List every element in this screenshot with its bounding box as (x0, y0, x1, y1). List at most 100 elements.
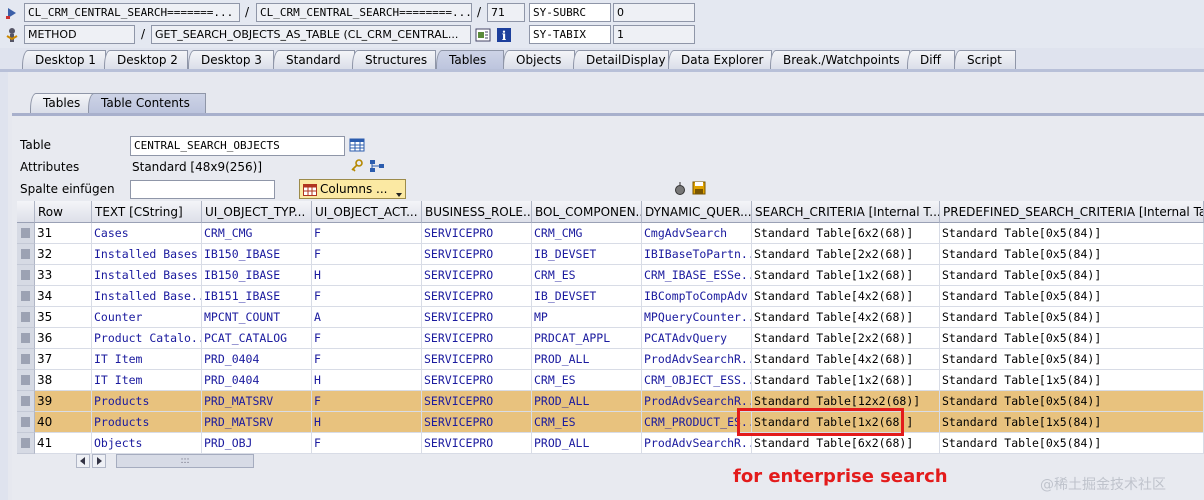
cell-dynamic-query[interactable]: CRM_IBASE_ESSe... (642, 265, 752, 286)
column-header-search-criteria[interactable]: SEARCH_CRITERIA [Internal T... (752, 201, 940, 223)
cell-text[interactable]: IT Item (92, 370, 202, 391)
column-header-ui-object-action[interactable]: UI_OBJECT_ACT... (312, 201, 422, 223)
cell-row[interactable]: 40 (35, 412, 92, 433)
cell-search-criteria[interactable]: Standard Table[2x2(68)] (752, 328, 940, 349)
tab-objects[interactable]: Objects (503, 50, 575, 70)
tab-diff[interactable]: Diff (907, 50, 955, 70)
table-row[interactable]: 36 Product Catalo... PCAT_CATALOG F SERVICEP… (17, 328, 1204, 349)
subtab-tables[interactable]: Tables (30, 93, 94, 113)
cell-predefined-search-criteria[interactable]: Standard Table[0x5(84)] (940, 349, 1204, 370)
cell-predefined-search-criteria[interactable]: Standard Table[0x5(84)] (940, 391, 1204, 412)
cell-search-criteria[interactable]: Standard Table[2x2(68)] (752, 244, 940, 265)
cell-business-role[interactable]: SERVICEPRO (422, 349, 532, 370)
cell-business-role[interactable]: SERVICEPRO (422, 223, 532, 244)
cell-business-role[interactable]: SERVICEPRO (422, 433, 532, 454)
cell-text[interactable]: Products (92, 412, 202, 433)
variable-value-field-1[interactable]: 0 (613, 3, 695, 22)
cell-dynamic-query[interactable]: ProdAdvSearchR... (642, 433, 752, 454)
cell-predefined-search-criteria[interactable]: Standard Table[0x5(84)] (940, 328, 1204, 349)
cell-predefined-search-criteria[interactable]: Standard Table[1x5(84)] (940, 370, 1204, 391)
row-selector[interactable] (17, 265, 35, 286)
subtab-table-contents[interactable]: Table Contents (88, 93, 206, 113)
cell-predefined-search-criteria[interactable]: Standard Table[1x5(84)] (940, 412, 1204, 433)
cell-bol-component[interactable]: PRDCAT_APPL (532, 328, 642, 349)
tab-desktop-2[interactable]: Desktop 2 (104, 50, 188, 70)
cell-search-criteria[interactable]: Standard Table[1x2(68)] (752, 370, 940, 391)
display-source-icon[interactable] (474, 26, 492, 44)
table-view-icon[interactable] (348, 136, 366, 154)
cell-bol-component[interactable]: MP (532, 307, 642, 328)
cell-ui-object-type[interactable]: PRD_OBJ (202, 433, 312, 454)
tab-standard[interactable]: Standard (273, 50, 355, 70)
cell-bol-component[interactable]: CRM_ES (532, 412, 642, 433)
cell-ui-object-action[interactable]: F (312, 286, 422, 307)
column-header-predefined-search-criteria[interactable]: PREDEFINED_SEARCH_CRITERIA [Internal Tab… (940, 201, 1204, 223)
cell-search-criteria[interactable]: Standard Table[1x2(68)] (752, 265, 940, 286)
cell-search-criteria[interactable]: Standard Table[4x2(68)] (752, 286, 940, 307)
tab-script[interactable]: Script (954, 50, 1016, 70)
cell-ui-object-action[interactable]: F (312, 223, 422, 244)
row-selector[interactable] (17, 244, 35, 265)
cell-row[interactable]: 32 (35, 244, 92, 265)
row-selector[interactable] (17, 433, 35, 454)
cell-row[interactable]: 34 (35, 286, 92, 307)
key-icon[interactable] (349, 158, 365, 174)
cell-business-role[interactable]: SERVICEPRO (422, 391, 532, 412)
cell-search-criteria[interactable]: Standard Table[6x2(68)] (752, 433, 940, 454)
cell-row[interactable]: 38 (35, 370, 92, 391)
cell-ui-object-action[interactable]: F (312, 244, 422, 265)
tab-desktop-3[interactable]: Desktop 3 (188, 50, 274, 70)
line-number-field[interactable]: 71 (487, 3, 525, 22)
cell-predefined-search-criteria[interactable]: Standard Table[0x5(84)] (940, 244, 1204, 265)
cell-dynamic-query[interactable]: CRM_OBJECT_ESS... (642, 370, 752, 391)
cell-text[interactable]: Installed Bases (92, 244, 202, 265)
cell-text[interactable]: Counter (92, 307, 202, 328)
cell-ui-object-type[interactable]: IB151_IBASE (202, 286, 312, 307)
program-field-2[interactable]: CL_CRM_CENTRAL_SEARCH========... (256, 3, 472, 22)
cell-ui-object-type[interactable]: PRD_0404 (202, 370, 312, 391)
table-row[interactable]: 35 Counter MPCNT_COUNT A SERVICEPRO MP MPQuery… (17, 307, 1204, 328)
row-selector[interactable] (17, 370, 35, 391)
cell-search-criteria[interactable]: Standard Table[4x2(68)] (752, 349, 940, 370)
cell-bol-component[interactable]: PROD_ALL (532, 391, 642, 412)
table-row[interactable]: 37 IT Item PRD_0404 F SERVICEPRO PROD_ALL Prod… (17, 349, 1204, 370)
cell-predefined-search-criteria[interactable]: Standard Table[0x5(84)] (940, 433, 1204, 454)
cell-dynamic-query[interactable]: CmgAdvSearch (642, 223, 752, 244)
row-selector[interactable] (17, 328, 35, 349)
cell-ui-object-action[interactable]: F (312, 391, 422, 412)
variable-name-field-1[interactable]: SY-SUBRC (529, 3, 611, 22)
cell-ui-object-action[interactable]: H (312, 412, 422, 433)
cell-row[interactable]: 31 (35, 223, 92, 244)
table-row[interactable]: 31 Cases CRM_CMG F SERVICEPRO CRM_CMG CmgAdvSe… (17, 223, 1204, 244)
cell-row[interactable]: 36 (35, 328, 92, 349)
tab-data-explorer[interactable]: Data Explorer (668, 50, 772, 70)
cell-dynamic-query[interactable]: IBIBaseToPartn... (642, 244, 752, 265)
event-name-field[interactable]: GET_SEARCH_OBJECTS_AS_TABLE (CL_CRM_CENT… (151, 25, 471, 44)
event-type-field[interactable]: METHOD (24, 25, 135, 44)
scroll-right-icon[interactable] (92, 454, 106, 468)
cell-text[interactable]: Installed Bases (92, 265, 202, 286)
variable-value-field-2[interactable]: 1 (613, 25, 695, 44)
cell-text[interactable]: Installed Base... (92, 286, 202, 307)
table-row[interactable]: 34 Installed Base... IB151_IBASE F SERVICEPR… (17, 286, 1204, 307)
save-icon[interactable] (691, 180, 707, 196)
info-icon[interactable]: i (495, 26, 513, 44)
column-header-ui-object-type[interactable]: UI_OBJECT_TYP... (202, 201, 312, 223)
cell-dynamic-query[interactable]: ProdAdvSearchR... (642, 349, 752, 370)
table-row[interactable]: 33 Installed Bases IB150_IBASE H SERVICEPRO C… (17, 265, 1204, 286)
table-row[interactable]: 40 Products PRD_MATSRV H SERVICEPRO CRM_ES CRM… (17, 412, 1204, 433)
cell-ui-object-type[interactable]: IB150_IBASE (202, 265, 312, 286)
cell-ui-object-action[interactable]: H (312, 370, 422, 391)
cell-ui-object-type[interactable]: IB150_IBASE (202, 244, 312, 265)
cell-text[interactable]: Products (92, 391, 202, 412)
cell-business-role[interactable]: SERVICEPRO (422, 265, 532, 286)
row-selector-header[interactable] (17, 201, 35, 223)
cell-business-role[interactable]: SERVICEPRO (422, 244, 532, 265)
column-header-dynamic-query[interactable]: DYNAMIC_QUER... (642, 201, 752, 223)
cell-dynamic-query[interactable]: PCATAdvQuery (642, 328, 752, 349)
cell-bol-component[interactable]: IB_DEVSET (532, 244, 642, 265)
cell-text[interactable]: Cases (92, 223, 202, 244)
cell-predefined-search-criteria[interactable]: Standard Table[0x5(84)] (940, 223, 1204, 244)
columns-button[interactable]: Columns ... (299, 179, 406, 199)
row-selector[interactable] (17, 307, 35, 328)
